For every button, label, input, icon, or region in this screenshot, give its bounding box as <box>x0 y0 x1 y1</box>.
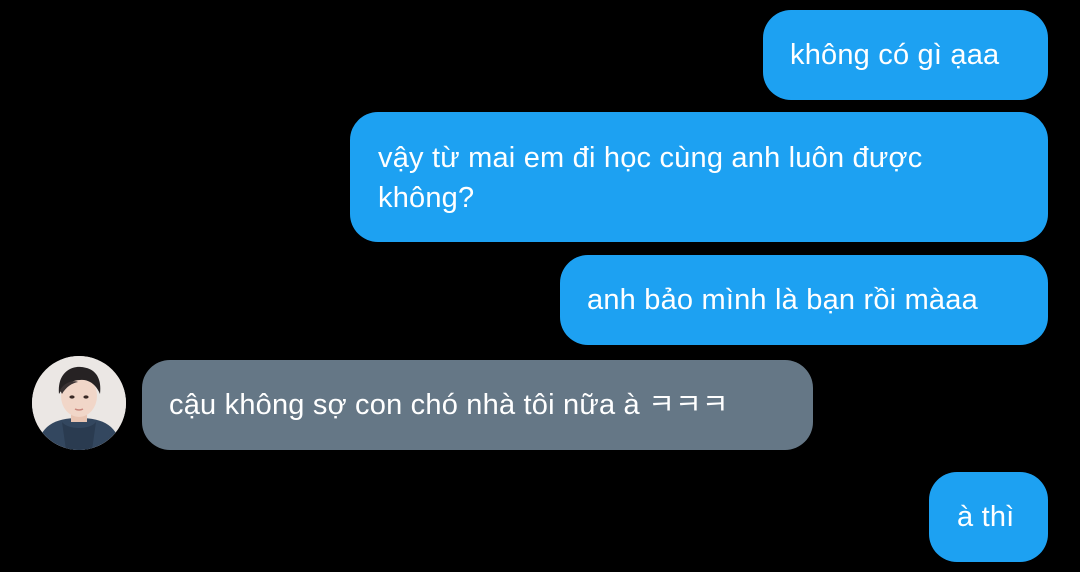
outgoing-message-bubble[interactable]: không có gì ạaa <box>763 10 1048 100</box>
message-text: cậu không sợ con chó nhà tôi nữa à ㅋㅋㅋ <box>169 389 729 421</box>
outgoing-message-bubble[interactable]: à thì <box>929 472 1048 562</box>
avatar-photo-icon <box>32 356 126 450</box>
message-text: anh bảo mình là bạn rồi màaa <box>587 284 978 316</box>
message-text: vậy từ mai em đi học cùng anh luôn được … <box>378 142 923 214</box>
message-text: không có gì ạaa <box>790 39 1000 71</box>
avatar[interactable] <box>32 356 126 450</box>
incoming-message-bubble[interactable]: cậu không sợ con chó nhà tôi nữa à ㅋㅋㅋ <box>142 360 813 450</box>
message-text: à thì <box>957 501 1015 533</box>
outgoing-message-bubble[interactable]: anh bảo mình là bạn rồi màaa <box>560 255 1048 345</box>
outgoing-message-bubble[interactable]: vậy từ mai em đi học cùng anh luôn được … <box>350 112 1048 242</box>
